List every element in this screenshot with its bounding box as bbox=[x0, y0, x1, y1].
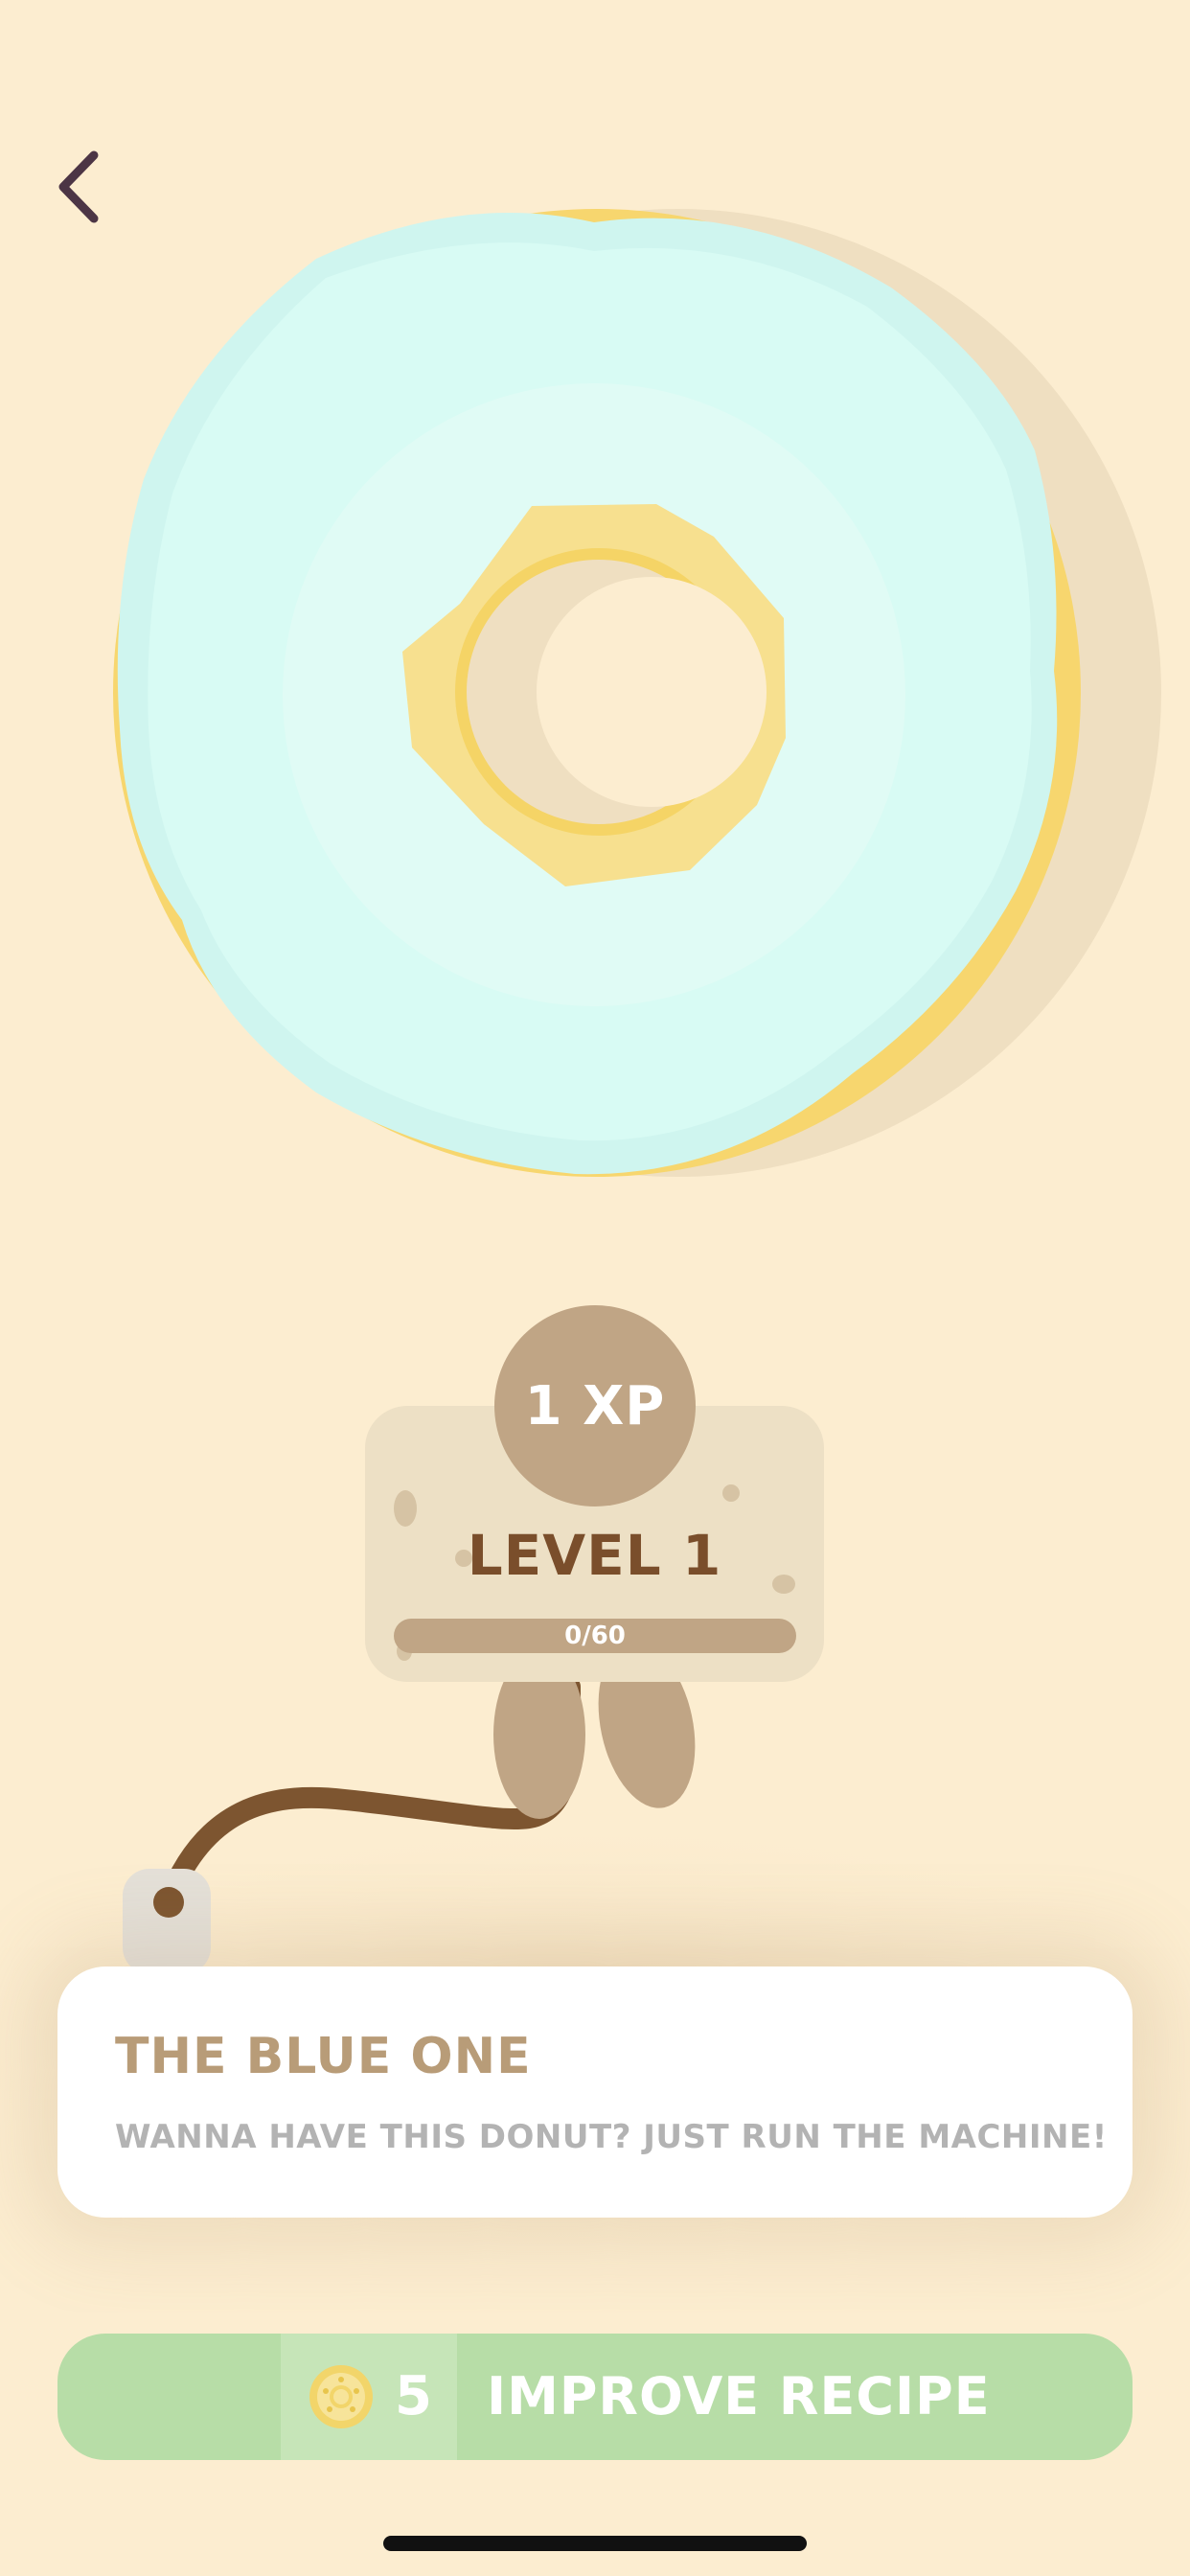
chevron-left-icon bbox=[58, 150, 99, 223]
donut-coin-icon bbox=[309, 2365, 373, 2428]
sprinkle-spot bbox=[722, 1484, 740, 1502]
xp-progress-text: 0/60 bbox=[564, 1622, 626, 1650]
donut-description: WANNA HAVE THIS DONUT? JUST RUN THE MACH… bbox=[115, 2118, 1108, 2156]
donut-name: THE BLUE ONE bbox=[115, 2028, 532, 2085]
improve-recipe-label: IMPROVE RECIPE bbox=[487, 2366, 991, 2426]
sprinkle-spot bbox=[394, 1490, 417, 1527]
recipe-cost: 5 bbox=[395, 2365, 432, 2427]
improve-recipe-button[interactable]: 5 IMPROVE RECIPE bbox=[57, 2334, 1133, 2460]
back-button[interactable] bbox=[38, 134, 125, 240]
xp-badge: 1 XP bbox=[494, 1305, 696, 1506]
home-indicator[interactable] bbox=[383, 2536, 807, 2551]
donut-info-card: THE BLUE ONE WANNA HAVE THIS DONUT? JUST… bbox=[57, 1966, 1133, 2218]
xp-value: 1 XP bbox=[524, 1374, 666, 1438]
level-label: LEVEL 1 bbox=[467, 1523, 722, 1588]
xp-progress-bar: 0/60 bbox=[394, 1619, 796, 1653]
donut-detail-screen: 1 XP LEVEL 1 0/60 THE BLUE ONE WANNA HAV… bbox=[0, 0, 1190, 2576]
